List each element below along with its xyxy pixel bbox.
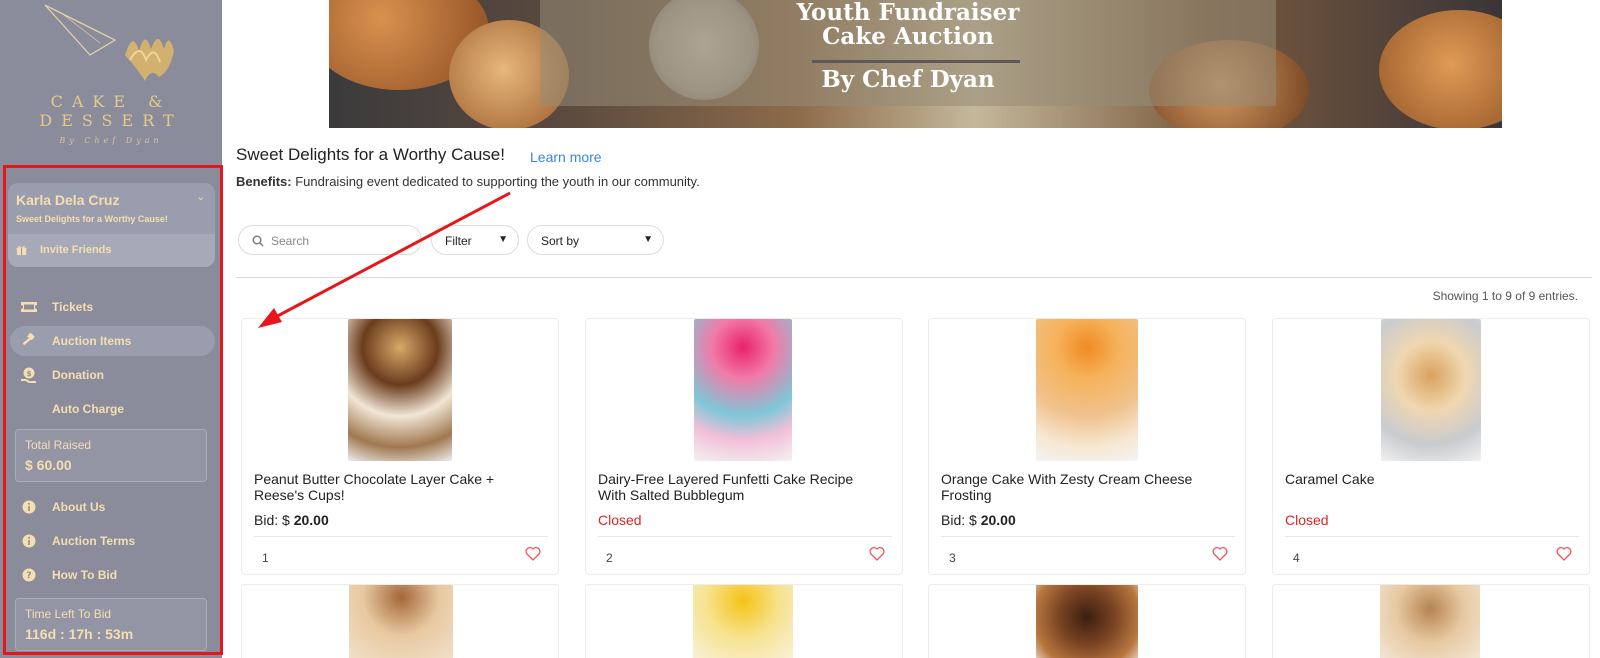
card-divider [1285,536,1579,537]
auction-item-card[interactable]: Dairy-Free Layered Funfetti Cake Recipe W… [585,318,903,575]
auction-item-card[interactable] [1272,584,1590,658]
search-input[interactable] [271,232,411,250]
heart-icon[interactable] [1556,546,1572,561]
auction-item-card[interactable] [585,584,903,658]
banner-byline: By Chef Dyan [821,66,995,93]
bid-amount: Bid: $ 20.00 [941,512,1016,528]
filter-label: Filter [445,234,472,248]
bid-amount: Bid: $ 20.00 [254,512,329,528]
benefits-description: Fundraising event dedicated to supportin… [291,174,700,189]
search-icon [252,235,264,247]
card-divider [941,536,1235,537]
piping-bag-logo-icon [44,4,174,81]
item-number: 3 [949,551,956,565]
heart-icon[interactable] [869,546,885,561]
logo-line-1: CAKE & [50,92,172,111]
item-title[interactable]: Caramel Cake [1285,471,1580,487]
caret-down-icon: ▼ [643,234,653,245]
logo-line-2: DESSERT [39,111,183,130]
learn-more-link[interactable]: Learn more [530,149,602,165]
banner-title-line-1: Youth Fundraiser [796,0,1020,26]
cake-image[interactable] [1380,585,1480,658]
sort-label: Sort by [541,234,580,248]
page-title: Sweet Delights for a Worthy Cause! [236,145,505,164]
brand-logo[interactable]: CAKE & DESSERT By Chef Dyan [0,0,222,158]
cake-image[interactable] [1036,585,1138,658]
filter-select[interactable]: Filter ▼ [431,225,519,255]
auction-item-card[interactable]: Caramel Cake Closed 4 [1272,318,1590,575]
sidebar: CAKE & DESSERT By Chef Dyan Karla Dela C… [0,0,223,658]
cake-image[interactable] [693,585,793,658]
funfetti-cake-image[interactable] [694,319,792,461]
benefits-text: Benefits: Fundraising event dedicated to… [236,174,700,189]
auction-item-card[interactable] [928,584,1246,658]
closed-status: Closed [598,512,642,528]
banner-title-line-2: Cake Auction [822,23,994,50]
card-divider [598,536,892,537]
banner-divider [812,60,1020,63]
closed-status: Closed [1285,512,1329,528]
auction-item-card[interactable]: Peanut Butter Chocolate Layer Cake + Rees… [241,318,559,575]
chocolate-cake-image[interactable] [348,319,452,461]
auction-item-card[interactable] [241,584,559,658]
caret-down-icon: ▼ [498,234,508,245]
item-title[interactable]: Peanut Butter Chocolate Layer Cake + Rees… [254,471,549,503]
orange-cake-image[interactable] [1036,319,1138,461]
auction-item-card[interactable]: Orange Cake With Zesty Cream Cheese Frost… [928,318,1246,575]
item-number: 2 [606,551,613,565]
benefits-label: Benefits: [236,174,292,189]
heart-icon[interactable] [1212,546,1228,561]
entries-count: Showing 1 to 9 of 9 entries. [1432,289,1578,303]
sidebar-highlight-box [3,165,223,655]
caramel-cake-image[interactable] [1381,319,1481,461]
sort-select[interactable]: Sort by ▼ [527,225,664,255]
item-number: 4 [1293,551,1300,565]
card-divider [254,536,548,537]
item-number: 1 [262,551,269,565]
page: CAKE & DESSERT By Chef Dyan Karla Dela C… [0,0,1600,658]
toolbar-divider [236,277,1592,278]
event-banner: Youth Fundraiser Cake Auction By Chef Dy… [329,0,1502,128]
item-title[interactable]: Dairy-Free Layered Funfetti Cake Recipe W… [598,471,893,503]
cake-image[interactable] [349,585,453,658]
pastry-image [1379,10,1502,128]
heart-icon[interactable] [525,546,541,561]
search-box[interactable] [238,225,422,255]
logo-tagline: By Chef Dyan [59,136,163,145]
item-title[interactable]: Orange Cake With Zesty Cream Cheese Frost… [941,471,1236,503]
